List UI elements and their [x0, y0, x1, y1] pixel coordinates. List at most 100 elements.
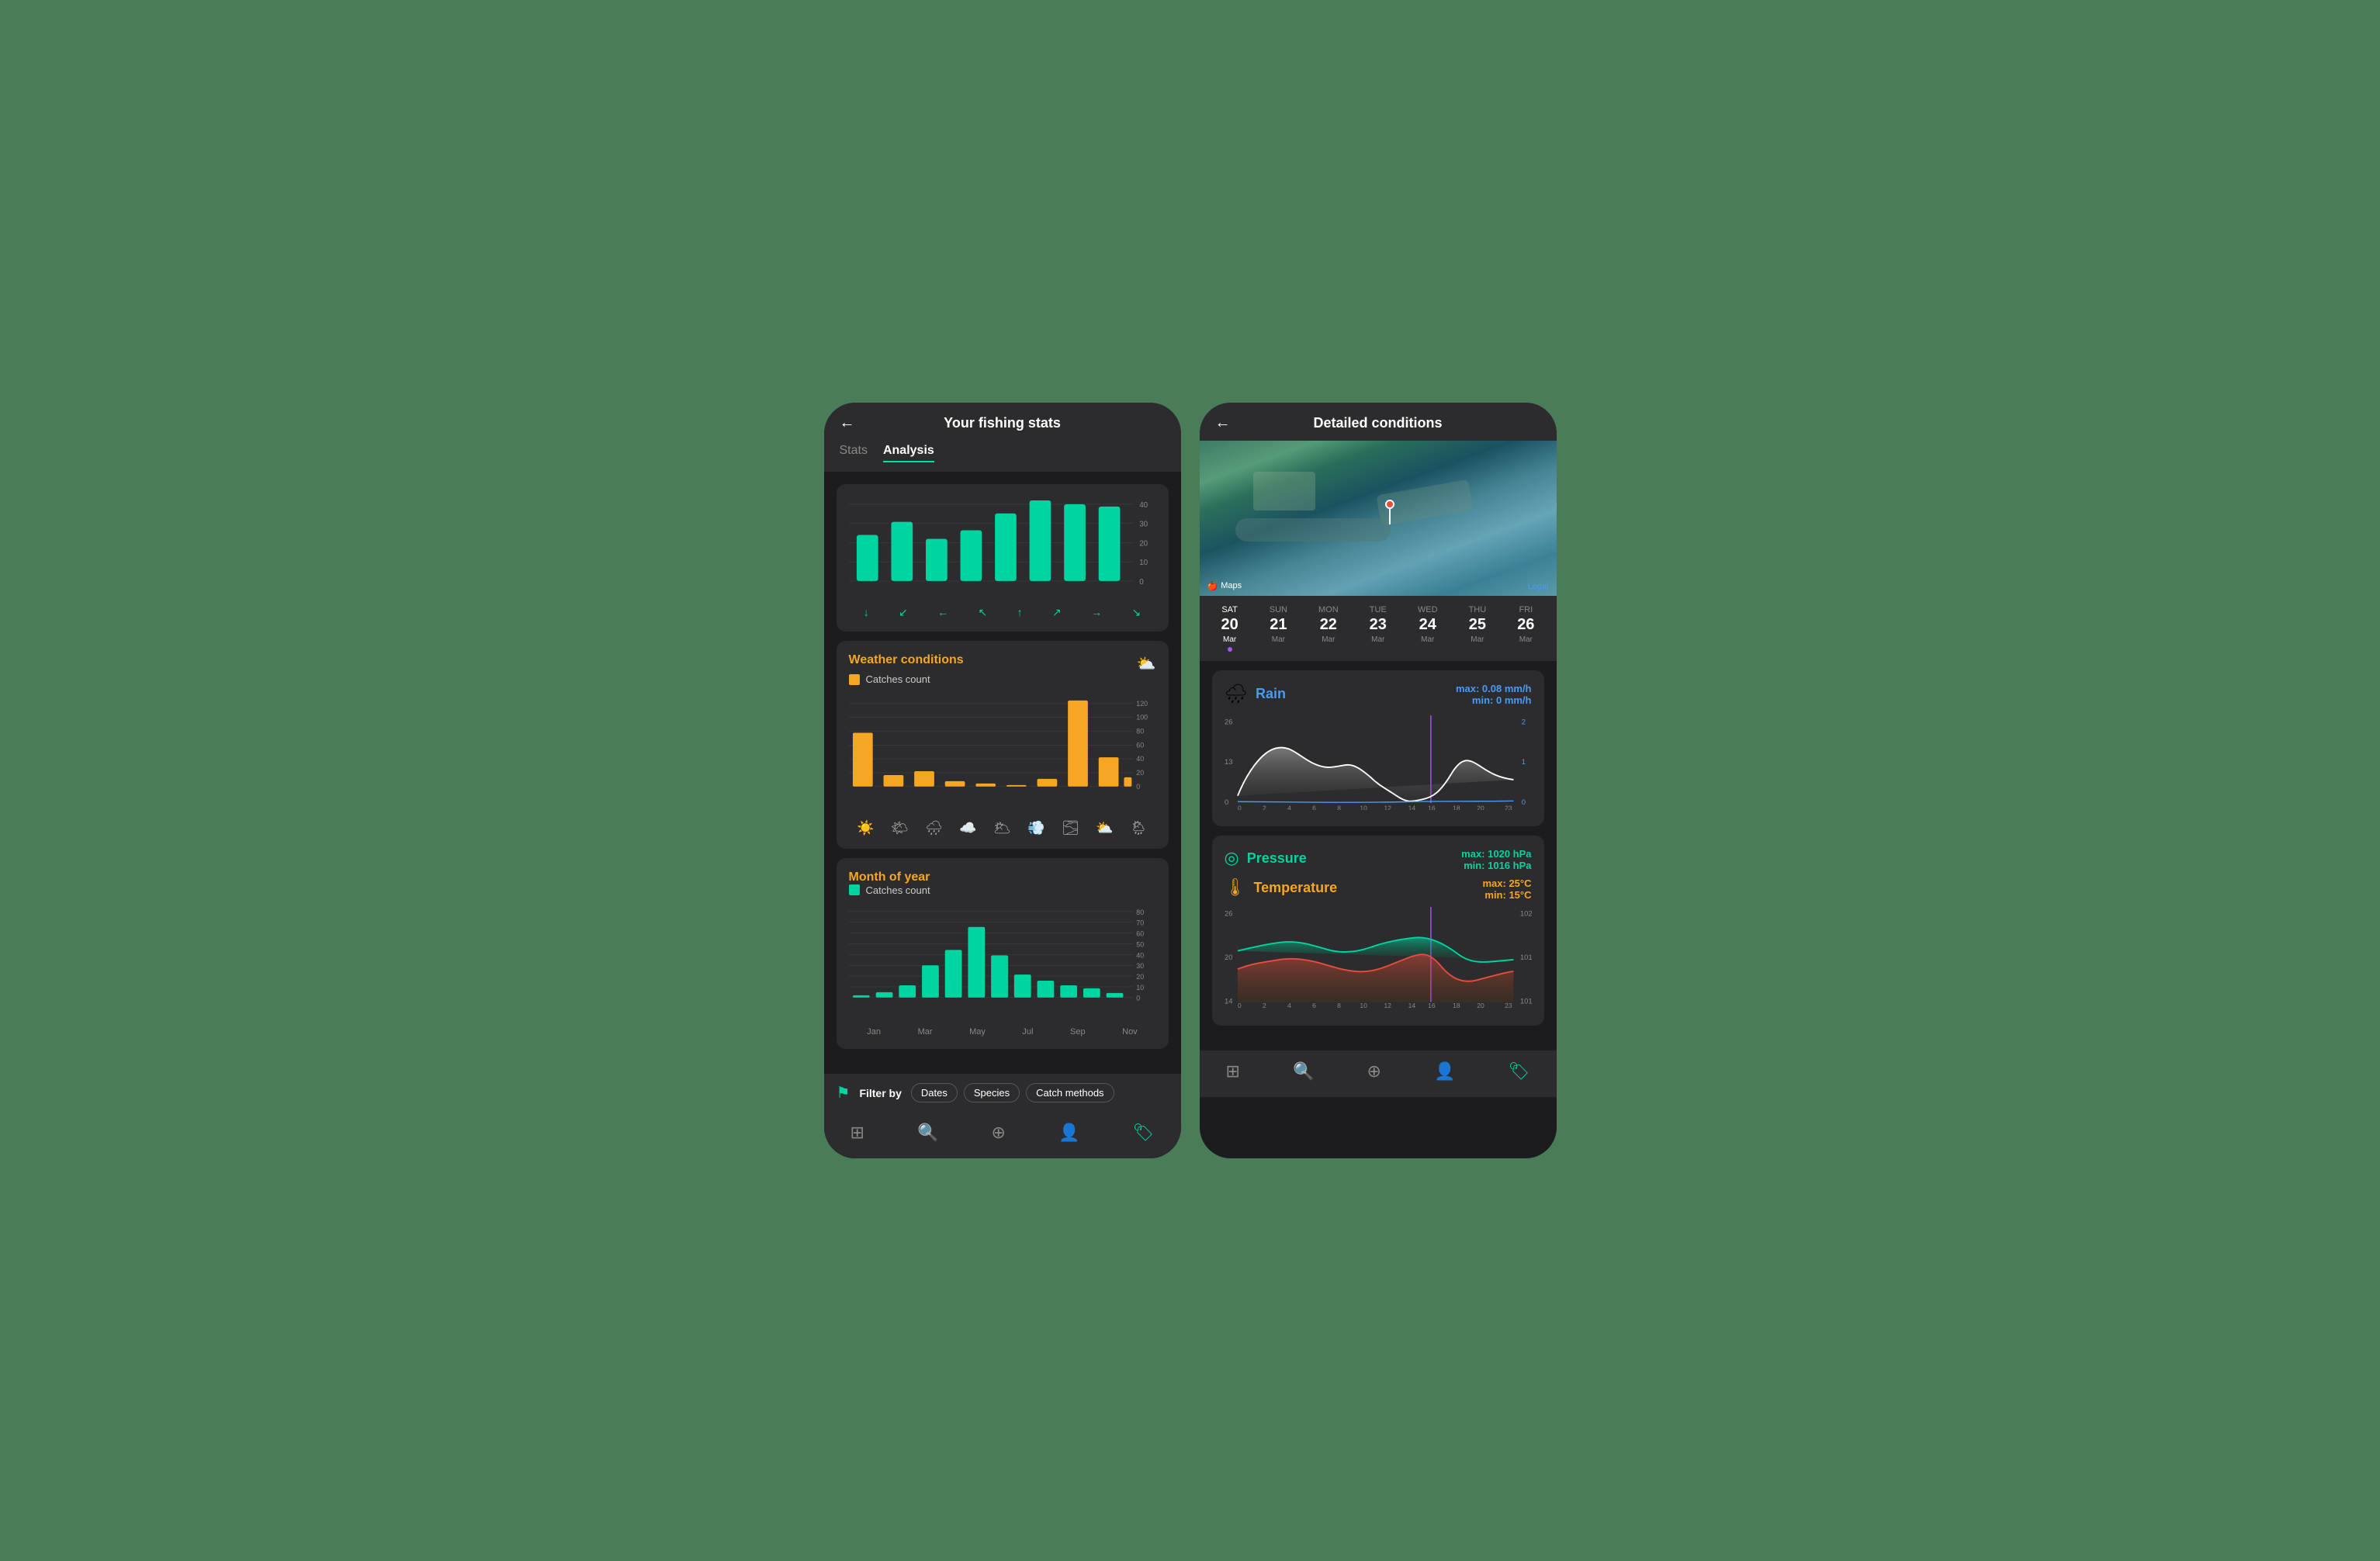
top-chart-section: 40 30 20 10 0 ↓ ↙ — [837, 484, 1169, 632]
svg-text:2: 2 — [1263, 1002, 1266, 1009]
svg-text:16: 16 — [1428, 804, 1436, 810]
nav-grid-icon[interactable]: ⊞ — [850, 1123, 864, 1143]
left-header: ← Your fishing stats — [824, 403, 1181, 441]
chip-catch-methods[interactable]: Catch methods — [1026, 1083, 1114, 1102]
rain-title-row: 🌧 Rain — [1225, 683, 1286, 705]
icon-rainy: 🌧 — [925, 820, 943, 836]
date-name-5: THU — [1469, 605, 1487, 614]
svg-text:80: 80 — [1136, 728, 1144, 736]
date-num-1: 21 — [1270, 616, 1287, 634]
nav-tag-icon[interactable]: 🏷 — [1132, 1123, 1154, 1143]
date-name-0: SAT — [1221, 605, 1238, 614]
date-mar26[interactable]: FRI 26 Mar — [1517, 605, 1534, 652]
right-title: Detailed conditions — [1313, 415, 1442, 431]
svg-text:26: 26 — [1225, 909, 1232, 918]
date-month-3: Mar — [1371, 635, 1384, 644]
svg-text:0: 0 — [1237, 1002, 1241, 1009]
arrow-2: ↙ — [899, 606, 908, 619]
tab-stats[interactable]: Stats — [840, 441, 868, 462]
filter-label: Filter by — [859, 1087, 901, 1099]
right-nav-search-icon[interactable]: 🔍 — [1293, 1061, 1314, 1082]
left-back-button[interactable]: ← — [840, 414, 855, 432]
svg-text:2: 2 — [1263, 804, 1266, 810]
rain-chart: 26 13 0 2 1 0 — [1225, 715, 1532, 811]
month-mar: Mar — [918, 1027, 933, 1037]
rain-stats: max: 0.08 mm/h min: 0 mm/h — [1456, 683, 1532, 706]
date-num-3: 23 — [1370, 616, 1387, 634]
svg-text:4: 4 — [1287, 804, 1291, 810]
nav-search-icon[interactable]: 🔍 — [917, 1123, 938, 1143]
date-active-dot — [1228, 647, 1232, 652]
date-mar20[interactable]: SAT 20 Mar — [1221, 605, 1239, 652]
date-num-5: 25 — [1469, 616, 1486, 634]
svg-text:40: 40 — [1139, 501, 1148, 510]
arrow-5: ↑ — [1017, 606, 1023, 619]
filter-icon: ⚑ — [837, 1083, 850, 1102]
date-name-3: TUE — [1370, 605, 1387, 614]
temperature-min: min: 15°C — [1461, 889, 1531, 901]
temperature-icon: 🌡 — [1225, 877, 1246, 898]
svg-text:2: 2 — [1521, 717, 1525, 725]
date-mar25[interactable]: THU 25 Mar — [1469, 605, 1487, 652]
arrow-3: ← — [937, 606, 948, 619]
nav-profile-icon[interactable]: 👤 — [1058, 1123, 1079, 1143]
svg-text:10: 10 — [1136, 984, 1144, 992]
apple-maps-icon: 🍎 — [1207, 581, 1218, 591]
top-bar-chart: 40 30 20 10 0 — [849, 497, 1156, 597]
tab-analysis[interactable]: Analysis — [883, 441, 934, 462]
date-mar22[interactable]: MON 22 Mar — [1318, 605, 1339, 652]
svg-text:50: 50 — [1136, 940, 1144, 948]
svg-text:1: 1 — [1521, 757, 1525, 766]
date-num-0: 20 — [1221, 616, 1239, 634]
month-jul: Jul — [1022, 1027, 1033, 1037]
date-mar24[interactable]: WED 24 Mar — [1418, 605, 1438, 652]
right-nav-grid-icon[interactable]: ⊞ — [1226, 1061, 1240, 1082]
filter-chips: Dates Species Catch methods — [911, 1083, 1114, 1102]
weather-icons-row: ☀️ 🌤 🌧 ☁️ 🌥 💨 🌫 ⛅ 🌦 — [849, 814, 1156, 836]
date-mar21[interactable]: SUN 21 Mar — [1270, 605, 1287, 652]
svg-text:0: 0 — [1136, 783, 1140, 791]
date-month-2: Mar — [1322, 635, 1335, 644]
svg-text:4: 4 — [1287, 1002, 1291, 1009]
arrow-6: ↗ — [1052, 606, 1062, 619]
date-month-4: Mar — [1421, 635, 1434, 644]
svg-text:20: 20 — [1225, 953, 1232, 961]
date-mar23[interactable]: TUE 23 Mar — [1370, 605, 1387, 652]
svg-text:100: 100 — [1136, 714, 1148, 722]
chip-species[interactable]: Species — [964, 1083, 1020, 1102]
icon-sun-cloud: ⛅ — [1096, 820, 1113, 836]
map-legal[interactable]: Legal — [1528, 582, 1549, 591]
right-nav-tag-icon[interactable]: 🏷 — [1508, 1061, 1530, 1082]
date-num-4: 24 — [1419, 616, 1436, 634]
map-view[interactable]: 🍎 Maps Legal — [1200, 441, 1557, 596]
weather-bar-chart: 120 100 80 60 40 20 0 — [849, 694, 1156, 810]
arrow-7: → — [1091, 606, 1102, 619]
weather-title: Weather conditions — [849, 653, 964, 667]
svg-text:18: 18 — [1453, 1002, 1460, 1009]
month-legend: Catches count — [849, 884, 1156, 896]
chip-dates[interactable]: Dates — [911, 1083, 958, 1102]
nav-add-icon[interactable]: ⊕ — [992, 1123, 1006, 1143]
rain-title: Rain — [1256, 686, 1286, 702]
screens-container: ← Your fishing stats Stats Analysis 40 3… — [809, 387, 1572, 1175]
svg-text:6: 6 — [1312, 1002, 1316, 1009]
month-section: Month of year Catches count 80 70 — [837, 858, 1169, 1050]
rain-icon: 🌧 — [1225, 683, 1248, 705]
map-pin-dot — [1385, 500, 1394, 509]
svg-text:40: 40 — [1136, 755, 1144, 763]
svg-text:60: 60 — [1136, 742, 1144, 749]
right-nav-profile-icon[interactable]: 👤 — [1434, 1061, 1455, 1082]
month-sep: Sep — [1070, 1027, 1086, 1037]
rain-block: 🌧 Rain max: 0.08 mm/h min: 0 mm/h 26 13 … — [1212, 670, 1544, 827]
arrow-row: ↓ ↙ ← ↖ ↑ ↗ → ↘ — [849, 600, 1156, 619]
date-month-1: Mar — [1272, 635, 1285, 644]
pressure-temp-block: ◎ Pressure 🌡 Temperature max: 1020 hPa m… — [1212, 836, 1544, 1026]
right-nav-add-icon[interactable]: ⊕ — [1367, 1061, 1381, 1082]
right-header: ← Detailed conditions — [1200, 403, 1557, 441]
icon-shower: 🌦 — [1130, 820, 1148, 836]
date-month-5: Mar — [1471, 635, 1484, 644]
pressure-icon: ◎ — [1225, 848, 1239, 868]
month-legend-dot — [849, 884, 860, 895]
right-back-button[interactable]: ← — [1215, 414, 1231, 432]
icon-cloudy: ☁️ — [959, 820, 976, 836]
